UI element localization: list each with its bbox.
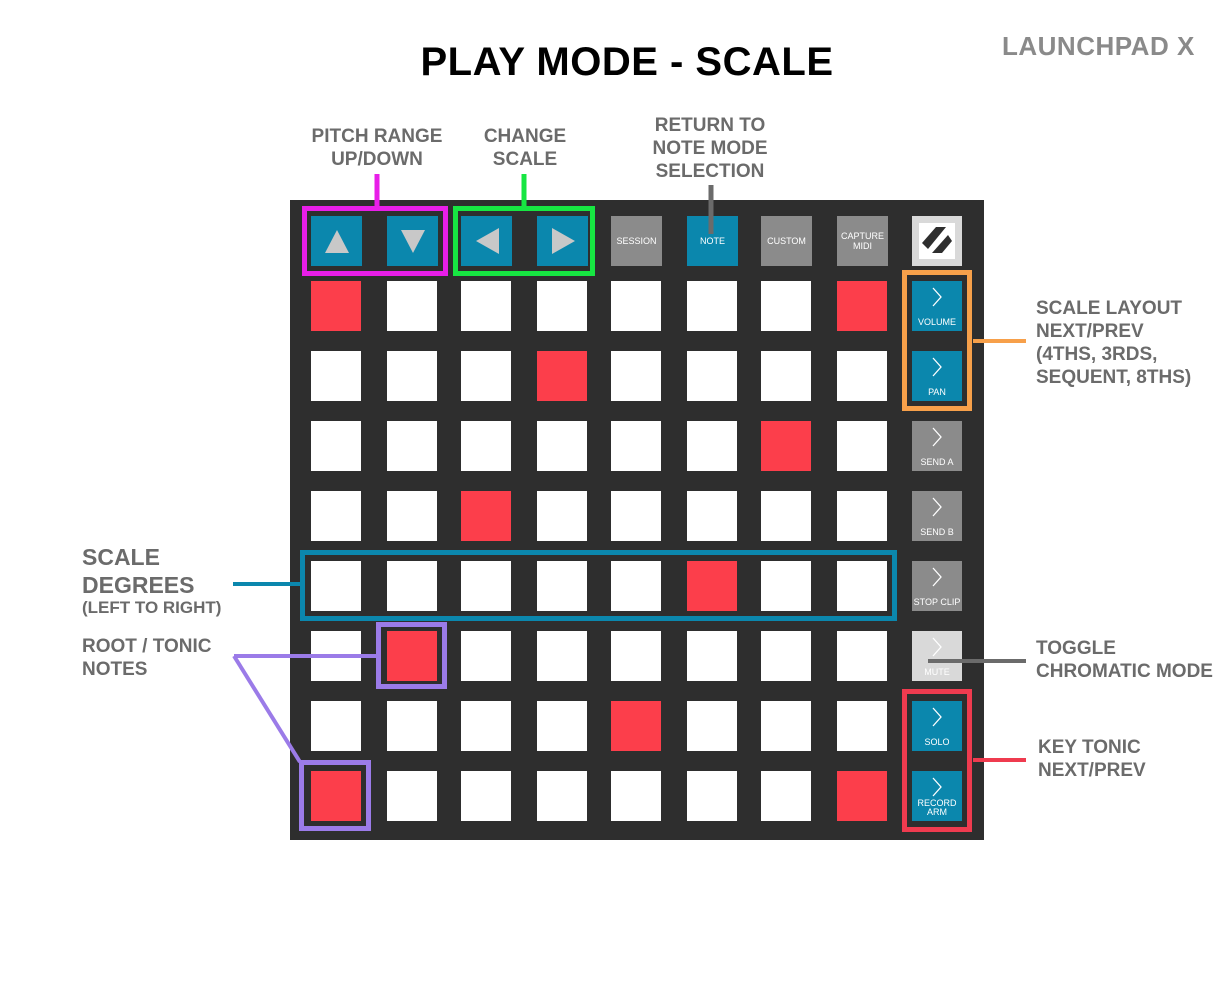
root-pointer-diag xyxy=(232,654,302,764)
connector-lines xyxy=(232,174,1026,764)
